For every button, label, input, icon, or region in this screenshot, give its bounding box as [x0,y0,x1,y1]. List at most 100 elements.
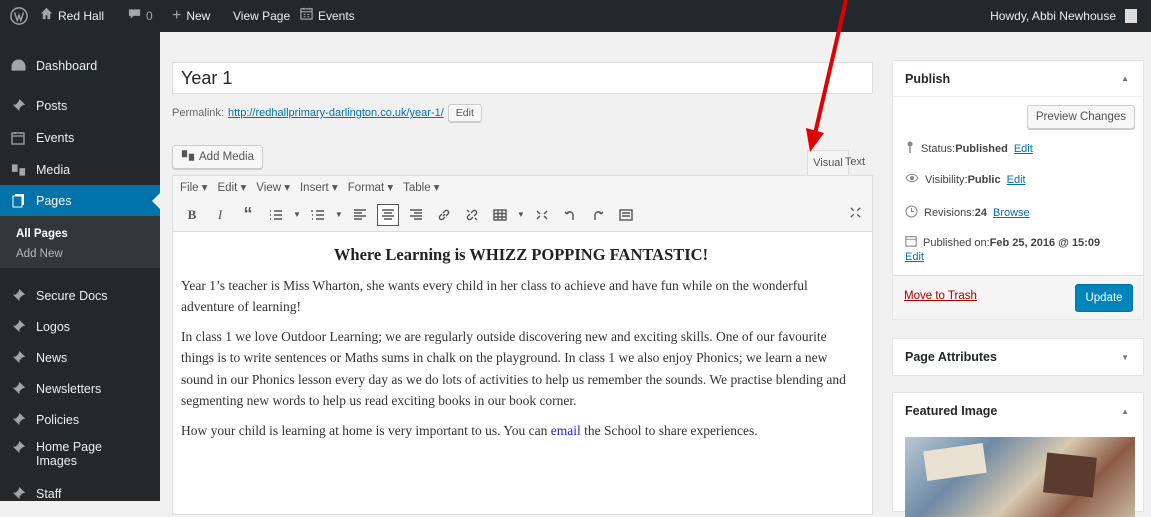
add-media-button[interactable]: Add Media [172,145,263,169]
content-editor: File ▾ Edit ▾ View ▾ Insert ▾ Format ▾ T… [172,175,873,515]
menu-insert[interactable]: Insert ▾ [300,180,338,194]
submenu-all-pages[interactable]: All Pages [16,228,68,240]
calendar-icon [0,131,36,145]
submenu-add-new[interactable]: Add New [16,248,63,260]
undo-icon[interactable] [559,204,581,226]
menu-view[interactable]: View ▾ [256,180,290,194]
wordpress-logo-icon[interactable] [10,0,28,32]
blockquote-icon[interactable]: “ [237,204,259,226]
sidebar-item-events[interactable]: Events [0,122,160,153]
sidebar-label: Newsletters [36,381,102,396]
permalink-row: Permalink: http://redhallprimary-darling… [172,104,482,122]
comment-icon [128,0,141,32]
menu-file[interactable]: File ▾ [180,180,208,194]
sidebar-item-policies[interactable]: Policies [0,404,160,435]
unlink-icon[interactable] [461,204,483,226]
major-publishing-actions: Move to Trash Update [893,275,1143,319]
view-page-link[interactable]: View Page [233,0,290,32]
table-icon[interactable] [489,204,511,226]
sidebar-item-pages[interactable]: Pages [0,185,160,216]
sidebar-label: Logos [36,319,71,334]
sidebar-label-line2: Images [36,454,77,468]
site-name-link[interactable]: Red Hall [40,0,104,32]
account-menu[interactable]: Howdy, Abbi Newhouse [990,0,1137,32]
sidebar-item-newsletters[interactable]: Newsletters [0,373,160,404]
sidebar-item-home-page-images[interactable]: Home Page Images [0,436,160,476]
italic-icon[interactable]: I [209,204,231,226]
pin-icon [0,486,36,501]
new-content-link[interactable]: + New [172,0,210,32]
status-value: Published [955,142,1008,155]
published-edit-link[interactable]: Edit [905,251,924,263]
sidebar-item-staff[interactable]: Staff [0,478,160,509]
visibility-edit-link[interactable]: Edit [1007,174,1026,186]
events-link[interactable]: Events [300,0,355,32]
revisions-browse-link[interactable]: Browse [993,207,1030,219]
editor-toolbar: B I “ ▼ ▼ ▼ [173,198,872,232]
page-attributes-header[interactable]: Page Attributes ▼ [893,339,1143,375]
menu-edit[interactable]: Edit ▾ [218,180,247,194]
numbered-list-icon[interactable] [307,204,329,226]
featured-image-thumbnail[interactable] [905,437,1135,517]
sidebar-item-posts[interactable]: Posts [0,90,160,121]
sidebar-item-secure-docs[interactable]: Secure Docs [0,280,160,311]
home-icon [40,0,53,32]
move-to-trash-link[interactable]: Move to Trash [904,290,977,302]
status-edit-link[interactable]: Edit [1014,143,1033,155]
sidebar-label: News [36,350,68,365]
post-title-input[interactable]: Year 1 [172,62,873,94]
fullscreen-icon[interactable] [531,204,553,226]
publish-header[interactable]: Publish ▲ [893,61,1143,97]
site-name: Red Hall [58,9,105,23]
pin-icon [905,141,915,156]
sidebar-item-media[interactable]: Media [0,154,160,185]
email-link[interactable]: email [551,423,581,438]
menu-format[interactable]: Format ▾ [348,180,393,194]
pin-icon [0,319,36,334]
chevron-down-icon[interactable]: ▼ [517,210,525,219]
collapse-icon[interactable]: ▲ [1121,74,1129,83]
dashboard-icon [0,59,36,72]
redo-icon[interactable] [587,204,609,226]
align-left-icon[interactable] [349,204,371,226]
page-attributes-box: Page Attributes ▼ [892,338,1144,376]
page-icon [0,193,36,208]
comments-count: 0 [146,9,153,23]
preview-changes-button[interactable]: Preview Changes [1026,105,1135,129]
chevron-down-icon[interactable]: ▼ [335,210,343,219]
permalink-edit-button[interactable]: Edit [447,104,482,122]
collapse-icon[interactable]: ▲ [1121,407,1129,416]
link-icon[interactable] [433,204,455,226]
tab-text[interactable]: Text [835,150,875,174]
sidebar-item-news[interactable]: News [0,342,160,373]
bullet-list-icon[interactable] [265,204,287,226]
media-icon [0,163,36,177]
align-center-icon[interactable] [376,203,399,226]
published-label: Published on: [923,236,990,249]
keyboard-icon[interactable] [615,204,637,226]
content-paragraph: How your child is learning at home is ve… [181,420,861,442]
editor-content[interactable]: Where Learning is WHIZZ POPPING FANTASTI… [181,236,861,449]
menu-table[interactable]: Table ▾ [403,180,439,194]
update-button[interactable]: Update [1075,284,1133,312]
editor-menubar: File ▾ Edit ▾ View ▾ Insert ▾ Format ▾ T… [173,176,872,198]
featured-image-header[interactable]: Featured Image ▲ [893,393,1143,429]
plus-icon: + [172,7,182,24]
sidebar-label: Posts [36,98,68,113]
bold-icon[interactable]: B [181,204,203,226]
calendar-icon [905,235,917,250]
new-label: New [186,9,211,23]
align-right-icon[interactable] [405,204,427,226]
permalink-url[interactable]: http://redhallprimary-darlington.co.uk/y… [228,107,444,119]
status-label: Status: [921,142,956,155]
clock-icon [905,205,918,221]
sidebar-item-dashboard[interactable]: Dashboard [0,50,160,81]
sidebar-label: Staff [36,486,62,501]
comments-link[interactable]: 0 [128,0,153,32]
revisions-value: 24 [974,207,987,219]
expand-editor-icon[interactable] [849,206,862,224]
chevron-down-icon[interactable]: ▼ [293,210,301,219]
events-label: Events [318,9,355,23]
sidebar-item-logos[interactable]: Logos [0,311,160,342]
expand-icon[interactable]: ▼ [1121,353,1129,362]
